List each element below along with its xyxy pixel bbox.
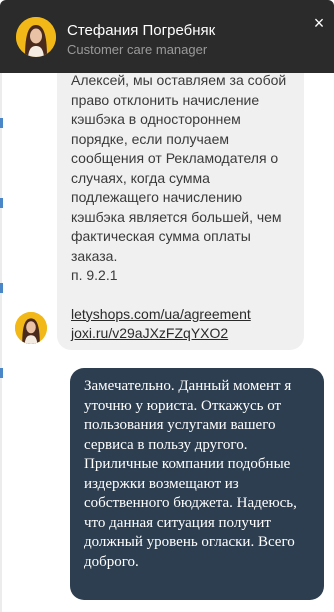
screenshot-link[interactable]: joxi.ru/v29aJXzFZqYXO2: [71, 324, 290, 344]
edge-marker: [0, 368, 3, 378]
incoming-message-text: Алексей, мы оставляем за собой право отк…: [71, 72, 287, 264]
edge-marker: [0, 118, 3, 128]
incoming-message-clause: п. 9.2.1: [71, 267, 118, 283]
incoming-message-links: letyshops.com/ua/agreement joxi.ru/v29aJ…: [71, 305, 290, 344]
chat-left-edge: [0, 73, 2, 612]
close-icon[interactable]: ×: [304, 11, 334, 35]
agreement-link[interactable]: letyshops.com/ua/agreement: [71, 305, 290, 325]
edge-marker: [0, 283, 3, 293]
agent-name: Стефания Погребняк: [67, 22, 216, 39]
edge-marker: [0, 198, 3, 208]
outgoing-message-bubble: Замечательно. Данный момент я уточню у ю…: [70, 368, 324, 600]
incoming-message-bubble: Алексей, мы оставляем за собой право отк…: [57, 60, 304, 350]
agent-role: Customer care manager: [67, 42, 208, 57]
outgoing-message-text: Замечательно. Данный момент я уточню у ю…: [84, 378, 297, 570]
chat-header: Стефания Погребняк Customer care manager…: [0, 0, 334, 73]
agent-avatar-icon: [16, 17, 56, 57]
agent-avatar-icon: [15, 312, 47, 344]
